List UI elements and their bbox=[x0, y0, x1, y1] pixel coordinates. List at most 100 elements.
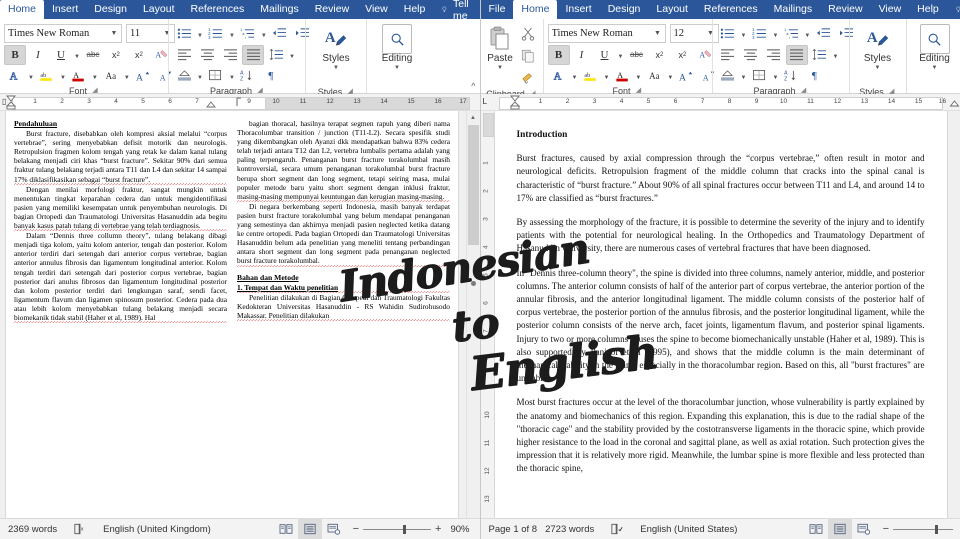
text-effects-button[interactable]: A bbox=[4, 66, 26, 86]
borders-button[interactable] bbox=[205, 66, 227, 86]
sort-button[interactable]: AZ bbox=[780, 66, 802, 86]
editing-chevron-down-icon[interactable]: ▼ bbox=[932, 65, 938, 72]
styles-chevron-down-icon[interactable]: ▼ bbox=[333, 65, 339, 72]
tab-home[interactable]: Home bbox=[513, 0, 558, 19]
left-document-page[interactable]: Pendahuluan Burst fracture, disebabkan o… bbox=[6, 111, 458, 518]
bold-button[interactable]: B bbox=[547, 44, 570, 65]
zoom-knob[interactable] bbox=[403, 524, 407, 534]
bullets-button[interactable] bbox=[717, 24, 739, 44]
align-center-button[interactable] bbox=[740, 45, 762, 65]
show-formatting-button[interactable]: ¶ bbox=[260, 66, 282, 86]
scroll-dot-icon[interactable] bbox=[470, 281, 476, 286]
column-tab-marker[interactable] bbox=[236, 97, 244, 107]
underline-chevron-down-icon[interactable]: ▼ bbox=[73, 54, 81, 60]
tab-layout[interactable]: Layout bbox=[135, 0, 183, 19]
align-left-button[interactable] bbox=[717, 45, 739, 65]
tab-home[interactable]: Home bbox=[0, 0, 45, 19]
superscript-button[interactable]: x2 bbox=[671, 45, 693, 65]
align-left-button[interactable] bbox=[173, 45, 195, 65]
styles-chevron-down-icon[interactable]: ▼ bbox=[875, 65, 881, 72]
tab-insert[interactable]: Insert bbox=[44, 0, 86, 19]
bold-button[interactable]: B bbox=[4, 44, 26, 65]
tab-view[interactable]: View bbox=[871, 0, 910, 19]
left-zoom-level[interactable]: 90% bbox=[448, 519, 479, 539]
line-spacing-chevron-down-icon[interactable]: ▼ bbox=[288, 54, 296, 60]
paste-chevron-down-icon[interactable]: ▼ bbox=[497, 65, 503, 72]
tab-view[interactable]: View bbox=[357, 0, 396, 19]
tab-help[interactable]: Help bbox=[396, 0, 434, 19]
show-formatting-button[interactable]: ¶ bbox=[803, 66, 825, 86]
superscript-button[interactable]: x2 bbox=[128, 45, 150, 65]
left-document-area[interactable]: Pendahuluan Burst fracture, disebabkan o… bbox=[0, 111, 480, 518]
strikethrough-button[interactable]: abc bbox=[625, 45, 647, 65]
tab-mailings[interactable]: Mailings bbox=[766, 0, 821, 19]
change-case-chevron-down-icon[interactable]: ▼ bbox=[123, 75, 131, 81]
borders-button[interactable] bbox=[748, 66, 770, 86]
tab-design[interactable]: Design bbox=[600, 0, 649, 19]
shading-chevron-down-icon[interactable]: ▼ bbox=[740, 75, 748, 81]
text-effects-chevron-down-icon[interactable]: ▼ bbox=[571, 75, 579, 81]
left-horizontal-ruler[interactable]: ▯ 123 456 7 9 10 11 12 13 14 15 16 17 bbox=[0, 94, 480, 111]
underline-button[interactable]: U bbox=[50, 45, 72, 65]
bullets-chevron-down-icon[interactable]: ▼ bbox=[196, 33, 204, 39]
zoom-slider[interactable]: − + bbox=[346, 523, 449, 535]
underline-button[interactable]: U bbox=[594, 45, 616, 65]
indent-markers-right[interactable] bbox=[509, 95, 521, 110]
read-mode-button[interactable] bbox=[804, 519, 828, 539]
align-center-button[interactable] bbox=[196, 45, 218, 65]
tab-review[interactable]: Review bbox=[307, 0, 357, 19]
font-color-button[interactable]: A bbox=[611, 66, 633, 86]
tab-file[interactable]: File bbox=[481, 0, 514, 19]
editing-button[interactable]: Editing ▼ bbox=[373, 22, 421, 86]
tab-layout[interactable]: Layout bbox=[648, 0, 696, 19]
grow-font-button[interactable]: A bbox=[675, 66, 697, 86]
zoom-knob[interactable] bbox=[935, 524, 938, 534]
line-spacing-button[interactable] bbox=[809, 45, 831, 65]
highlight-chevron-down-icon[interactable]: ▼ bbox=[59, 75, 67, 81]
zoom-out-button[interactable]: − bbox=[883, 523, 889, 535]
tab-design[interactable]: Design bbox=[86, 0, 135, 19]
highlight-button[interactable]: ab bbox=[579, 66, 601, 86]
styles-button[interactable]: A Styles ▼ bbox=[312, 22, 360, 86]
right-document-area[interactable]: 1 2 3 4 5 6 7 8 9 10 11 12 13 14 Introdu… bbox=[480, 111, 960, 518]
right-document-page[interactable]: Introduction Burst fractures, caused by … bbox=[494, 111, 947, 518]
line-spacing-button[interactable] bbox=[265, 45, 287, 65]
tab-references[interactable]: References bbox=[183, 0, 253, 19]
strikethrough-button[interactable]: abc bbox=[82, 45, 104, 65]
tell-me-search[interactable]: Tell me bbox=[947, 0, 960, 19]
subscript-button[interactable]: x2 bbox=[648, 45, 670, 65]
align-right-button[interactable] bbox=[219, 45, 241, 65]
collapse-ribbon-button[interactable]: ^ bbox=[471, 81, 475, 91]
highlight-chevron-down-icon[interactable]: ▼ bbox=[602, 75, 610, 81]
web-layout-button[interactable] bbox=[322, 519, 346, 539]
numbering-chevron-down-icon[interactable]: ▼ bbox=[228, 33, 236, 39]
font-name-combo[interactable]: Times New Roman ▼ bbox=[4, 24, 122, 43]
copy-button[interactable] bbox=[517, 46, 539, 66]
change-case-button[interactable]: Aa bbox=[643, 66, 665, 86]
sort-button[interactable]: AZ bbox=[237, 66, 259, 86]
right-proofing-status[interactable] bbox=[602, 519, 632, 539]
italic-button[interactable]: I bbox=[27, 45, 49, 65]
numbering-button[interactable]: 123 bbox=[748, 24, 770, 44]
font-color-button[interactable]: A bbox=[68, 66, 90, 86]
editing-button[interactable]: Editing ▼ bbox=[911, 22, 959, 86]
styles-button[interactable]: A Styles ▼ bbox=[854, 22, 902, 86]
zoom-in-button[interactable]: + bbox=[435, 523, 441, 535]
right-word-count[interactable]: 2723 words bbox=[545, 519, 602, 539]
right-page-indicator[interactable]: Page 1 of 8 bbox=[481, 519, 546, 539]
scrollbar-thumb[interactable] bbox=[467, 125, 479, 245]
right-horizontal-ruler[interactable]: L 123 456 789 10 11 12 13 14 15 16 bbox=[480, 94, 960, 111]
change-case-button[interactable]: Aa bbox=[100, 66, 122, 86]
zoom-out-button[interactable]: − bbox=[353, 523, 359, 535]
tab-review[interactable]: Review bbox=[820, 0, 870, 19]
multilevel-chevron-down-icon[interactable]: ▼ bbox=[260, 33, 268, 39]
first-line-indent-marker[interactable] bbox=[205, 100, 217, 110]
subscript-button[interactable]: x2 bbox=[105, 45, 127, 65]
line-spacing-chevron-down-icon[interactable]: ▼ bbox=[832, 54, 840, 60]
justify-button[interactable] bbox=[785, 44, 808, 65]
zoom-slider[interactable]: − bbox=[876, 523, 960, 535]
bullets-button[interactable] bbox=[173, 24, 195, 44]
change-case-chevron-down-icon[interactable]: ▼ bbox=[666, 75, 674, 81]
editing-chevron-down-icon[interactable]: ▼ bbox=[394, 65, 400, 72]
left-word-count[interactable]: 2369 words bbox=[0, 519, 65, 539]
